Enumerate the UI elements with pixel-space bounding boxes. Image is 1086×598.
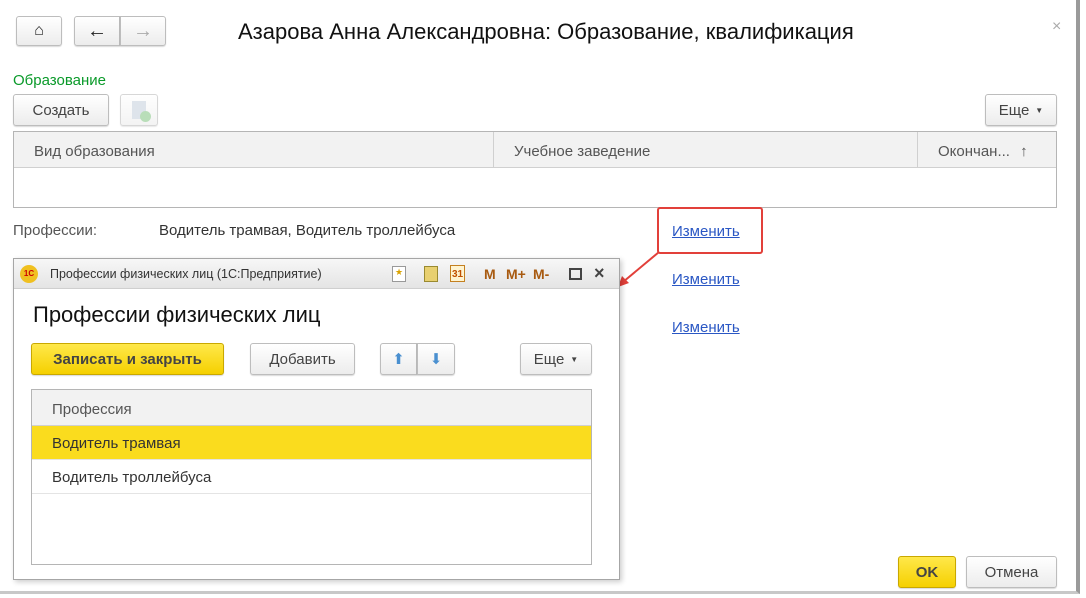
more-label: Еще bbox=[533, 350, 565, 368]
arrow-up-icon: ⬆ bbox=[392, 351, 405, 368]
arrow-left-icon: ← bbox=[87, 19, 107, 42]
add-copy-button[interactable] bbox=[120, 94, 158, 126]
memory-minus-button[interactable]: M- bbox=[533, 266, 549, 282]
chevron-down-icon: ▼ bbox=[570, 354, 579, 364]
change-link-2[interactable]: Изменить bbox=[672, 271, 740, 288]
save-and-close-button[interactable]: Записать и закрыть bbox=[31, 343, 224, 375]
table-row[interactable]: Водитель троллейбуса bbox=[32, 460, 591, 494]
table-row[interactable]: Водитель трамвая bbox=[32, 426, 591, 460]
column-header-profession[interactable]: Профессия bbox=[32, 390, 591, 426]
home-button[interactable]: ⌂ bbox=[16, 16, 62, 46]
favorite-icon[interactable]: ★ bbox=[392, 266, 406, 282]
calculator-icon[interactable] bbox=[424, 266, 438, 282]
move-up-button[interactable]: ⬆ bbox=[380, 343, 417, 375]
1c-logo-icon: 1С bbox=[20, 265, 38, 283]
education-table[interactable]: Вид образования Учебное заведение Оконча… bbox=[13, 131, 1057, 208]
change-link-3[interactable]: Изменить bbox=[672, 319, 740, 336]
professions-table[interactable]: Профессия Водитель трамвая Водитель трол… bbox=[31, 389, 592, 565]
column-header-label: Окончан... bbox=[938, 143, 1010, 160]
professions-label: Профессии: bbox=[13, 222, 98, 239]
memory-plus-button[interactable]: M+ bbox=[506, 266, 526, 282]
dialog-titlebar: 1С Профессии физических лиц (1С:Предприя… bbox=[14, 259, 619, 289]
move-down-button[interactable]: ⬇ bbox=[417, 343, 455, 375]
callout-arrow bbox=[618, 251, 660, 287]
calendar-icon[interactable]: 31 bbox=[450, 265, 465, 282]
add-button[interactable]: Добавить bbox=[250, 343, 355, 375]
close-icon[interactable]: × bbox=[1052, 18, 1061, 36]
column-header-institution[interactable]: Учебное заведение bbox=[494, 132, 918, 168]
more-label: Еще bbox=[998, 101, 1030, 119]
column-header-end-date[interactable]: Окончан... ↑ bbox=[918, 132, 1056, 168]
page-title: Азарова Анна Александровна: Образование,… bbox=[238, 19, 854, 44]
ok-button[interactable]: OK bbox=[898, 556, 956, 588]
arrow-down-icon: ⬇ bbox=[429, 351, 443, 368]
cancel-button[interactable]: Отмена bbox=[966, 556, 1057, 588]
forward-button[interactable]: → bbox=[120, 16, 166, 46]
dialog-more-button[interactable]: Еще ▼ bbox=[520, 343, 592, 375]
maximize-icon[interactable] bbox=[569, 268, 582, 280]
sort-ascending-icon: ↑ bbox=[1020, 143, 1028, 160]
dialog-heading: Профессии физических лиц bbox=[33, 302, 321, 327]
change-professions-link[interactable]: Изменить bbox=[672, 223, 740, 240]
back-button[interactable]: ← bbox=[74, 16, 120, 46]
dialog-window-title: Профессии физических лиц (1С:Предприятие… bbox=[50, 267, 322, 281]
home-icon: ⌂ bbox=[34, 22, 44, 39]
chevron-down-icon: ▼ bbox=[1035, 105, 1044, 115]
professions-value: Водитель трамвая, Водитель троллейбуса bbox=[159, 222, 456, 239]
create-button[interactable]: Создать bbox=[13, 94, 109, 126]
education-section-label: Образование bbox=[13, 72, 106, 89]
more-button[interactable]: Еще ▼ bbox=[985, 94, 1057, 126]
arrow-right-icon: → bbox=[133, 19, 153, 42]
column-header-education-type[interactable]: Вид образования bbox=[14, 132, 494, 168]
memory-m-button[interactable]: M bbox=[484, 266, 496, 282]
document-add-icon bbox=[132, 101, 151, 122]
professions-dialog: 1С Профессии физических лиц (1С:Предприя… bbox=[13, 258, 620, 580]
close-icon[interactable]: × bbox=[594, 263, 605, 284]
